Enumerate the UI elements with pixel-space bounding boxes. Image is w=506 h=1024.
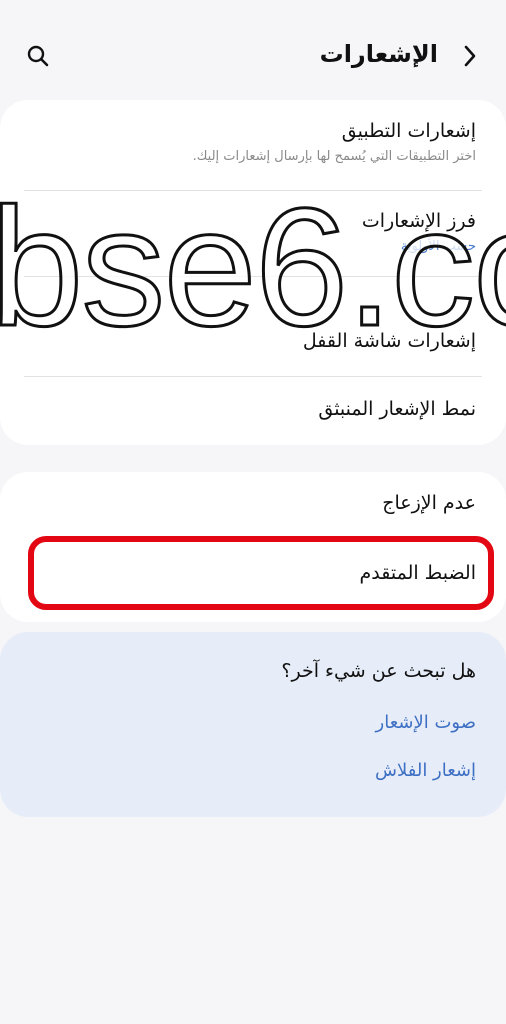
chevron-right-icon [463, 45, 477, 71]
notification-sorting-item[interactable]: فرز الإشعارات حسب الأولوية [30, 208, 476, 256]
popup-style-title: نمط الإشعار المنبثق [318, 398, 476, 420]
notification-sound-link[interactable]: صوت الإشعار [376, 712, 476, 733]
top-bar: الإشعارات [0, 30, 506, 86]
popup-style-item[interactable]: نمط الإشعار المنبثق [30, 396, 476, 422]
do-not-disturb-title: عدم الإزعاج [382, 492, 476, 514]
do-not-disturb-item[interactable]: عدم الإزعاج [30, 490, 476, 516]
divider [24, 276, 482, 277]
lock-screen-notifications-item[interactable]: إشعارات شاشة القفل [30, 328, 476, 354]
flash-notification-link[interactable]: إشعار الفلاش [375, 760, 476, 781]
notifications-settings-screen: الإشعارات إشعارات التطبيق اختر التطبيقات… [0, 0, 506, 1024]
highlight-box [28, 536, 494, 610]
app-notifications-subtitle: اختر التطبيقات التي يُسمح لها بإرسال إشع… [192, 149, 476, 164]
page-title: الإشعارات [319, 40, 438, 68]
divider [24, 190, 482, 191]
lock-screen-notifications-title: إشعارات شاشة القفل [302, 330, 476, 352]
back-button[interactable] [454, 42, 486, 74]
suggestions-card: هل تبحث عن شيء آخر؟ صوت الإشعار إشعار ال… [0, 632, 506, 817]
search-button[interactable] [22, 42, 54, 74]
notification-sorting-value: حسب الأولوية [400, 239, 476, 254]
divider [24, 376, 482, 377]
notification-sorting-title: فرز الإشعارات [361, 210, 476, 232]
suggestions-title: هل تبحث عن شيء آخر؟ [281, 660, 476, 682]
app-notifications-title: إشعارات التطبيق [341, 120, 476, 142]
search-icon [26, 44, 50, 72]
app-notifications-item[interactable]: إشعارات التطبيق اختر التطبيقات التي يُسم… [30, 118, 476, 166]
